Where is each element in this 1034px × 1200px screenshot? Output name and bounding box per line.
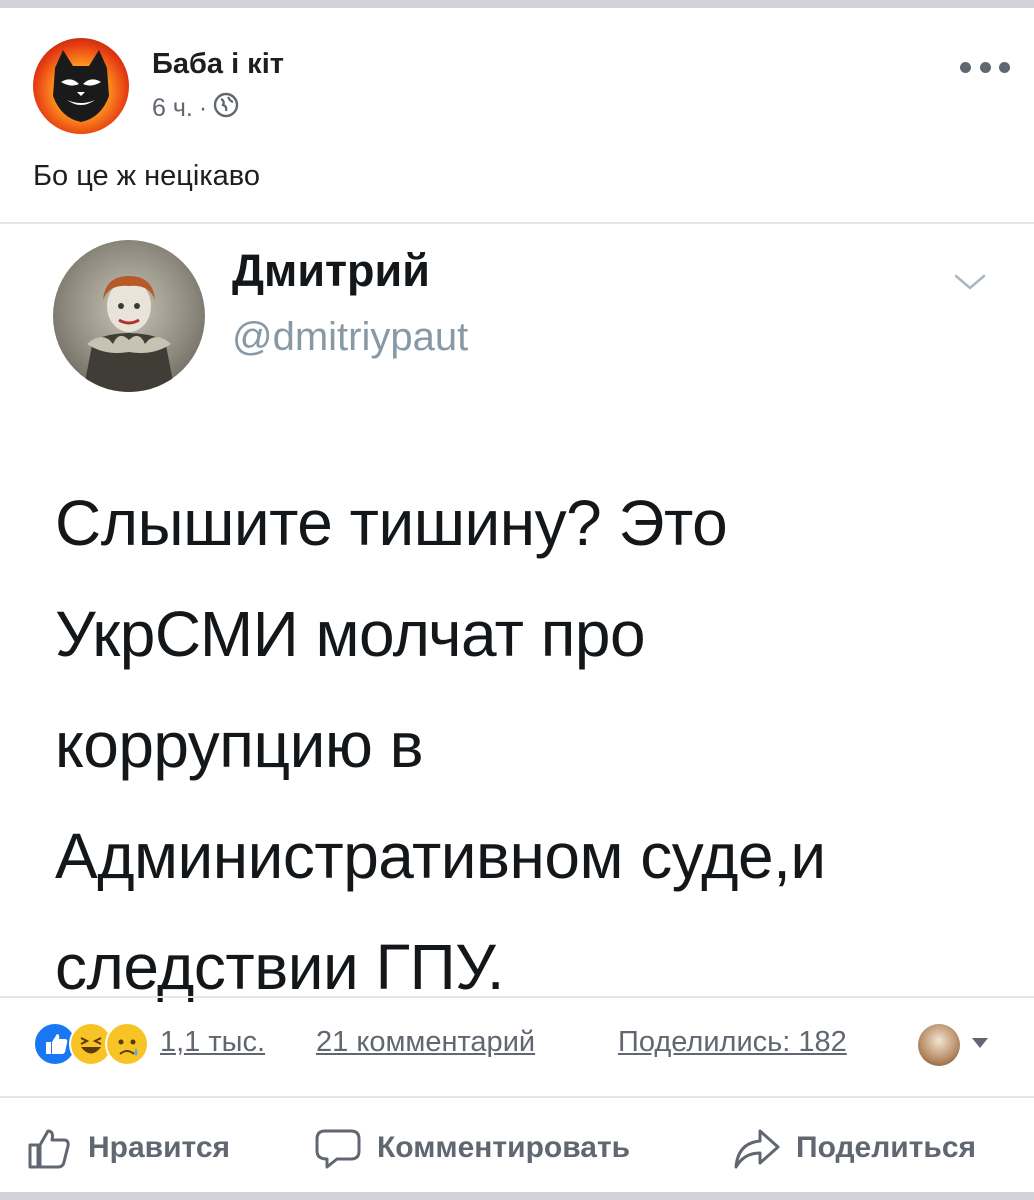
divider	[0, 222, 1034, 224]
share-arrow-icon	[734, 1129, 780, 1169]
bottom-separator	[0, 1192, 1034, 1200]
commenter-avatar[interactable]	[918, 1024, 960, 1066]
clown-figure-icon	[83, 276, 175, 392]
page-avatar[interactable]	[33, 38, 129, 134]
divider	[0, 996, 1034, 998]
share-button[interactable]: Поделиться	[734, 1120, 976, 1176]
post-text: Бо це ж нецікаво	[33, 160, 261, 192]
reaction-icons[interactable]	[33, 1022, 149, 1066]
post-author[interactable]: Баба і кіт	[152, 48, 284, 81]
tweet-author-name: Дмитрий	[232, 245, 430, 296]
speech-bubble-icon	[315, 1129, 361, 1169]
globe-icon[interactable]	[213, 92, 239, 125]
top-separator	[0, 0, 1034, 8]
shares-count[interactable]: Поделились: 182	[618, 1026, 847, 1059]
sad-reaction-icon	[105, 1022, 149, 1066]
comments-count[interactable]: 21 комментарий	[316, 1026, 535, 1059]
like-button[interactable]: Нравится	[26, 1120, 230, 1176]
like-label: Нравится	[88, 1131, 231, 1164]
caret-down-icon[interactable]	[972, 1038, 988, 1048]
reaction-count[interactable]: 1,1 тыс.	[160, 1026, 265, 1059]
chevron-down-icon[interactable]	[950, 270, 990, 294]
post-meta: 6 ч. ·	[152, 92, 239, 125]
tweet-text: Слышите тишину? Это УкрСМИ молчат про ко…	[55, 487, 826, 1003]
comment-button[interactable]: Комментировать	[315, 1120, 630, 1176]
share-label: Поделиться	[796, 1131, 977, 1164]
meta-separator: ·	[198, 94, 208, 122]
cat-mask-icon	[53, 50, 109, 122]
comment-label: Комментировать	[377, 1131, 631, 1164]
tweet-avatar	[53, 240, 205, 392]
tweet-author-handle: @dmitriypaut	[232, 315, 469, 359]
divider	[0, 1096, 1034, 1098]
thumbs-up-icon	[28, 1129, 70, 1169]
post-time[interactable]: 6 ч.	[152, 94, 193, 123]
more-options-icon[interactable]	[960, 52, 1010, 82]
